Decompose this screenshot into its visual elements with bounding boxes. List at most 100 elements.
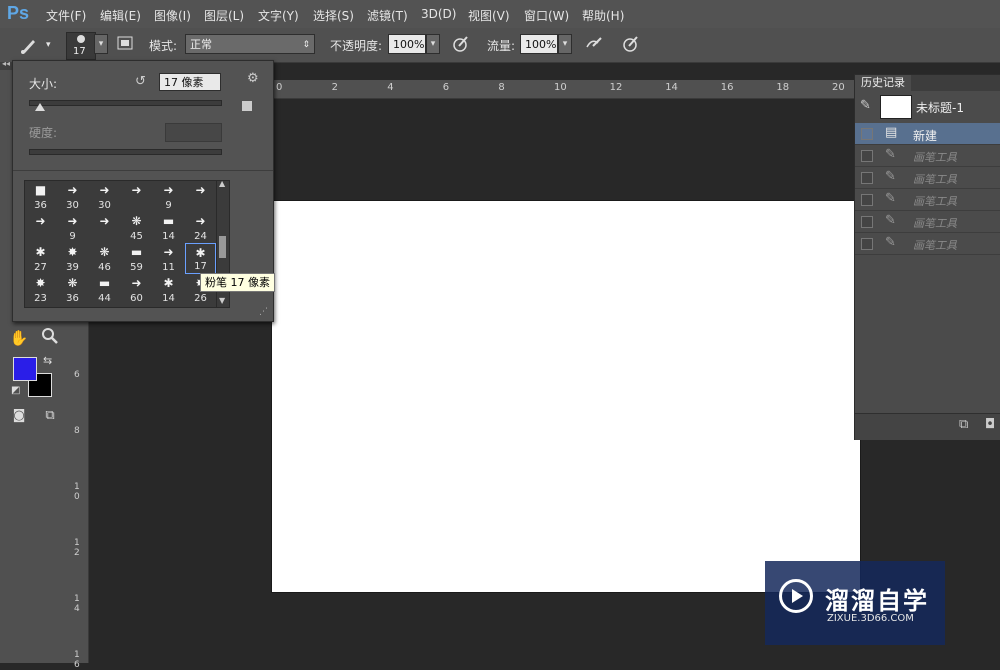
brush-size-label: 17 (194, 261, 207, 272)
new-preset-icon[interactable] (242, 101, 252, 111)
scroll-down-icon[interactable]: ▼ (219, 296, 225, 305)
menu-3d[interactable]: 3D(D) (421, 7, 456, 21)
quick-mask-icon[interactable]: ◙ (8, 405, 30, 427)
brush-preset-cell[interactable]: ✱ 17 (185, 243, 216, 274)
history-step-label: 画笔工具 (913, 239, 957, 252)
history-step[interactable]: ✎ 画笔工具 (855, 233, 1000, 255)
brush-size-label: 45 (130, 231, 143, 242)
brush-preset-cell[interactable]: ■ 36 (25, 181, 56, 212)
history-source-checkbox[interactable] (861, 150, 873, 162)
flow-input[interactable]: 100% (520, 34, 558, 54)
brush-icon: ✎ (885, 213, 896, 228)
history-source-checkbox[interactable] (861, 194, 873, 206)
brush-preset-cell[interactable]: ▬ 14 (153, 212, 184, 243)
flow-dropdown[interactable]: ▾ (558, 34, 572, 54)
hardness-slider-track (29, 149, 222, 155)
history-source-checkbox[interactable] (861, 172, 873, 184)
opacity-dropdown[interactable]: ▾ (426, 34, 440, 54)
brush-preset-cell[interactable]: ➜ (89, 212, 120, 243)
swap-colors-icon[interactable]: ⇆ (43, 354, 52, 367)
brush-tip-icon: ✱ (195, 246, 206, 260)
history-source-checkbox[interactable] (861, 128, 873, 140)
history-step-label: 画笔工具 (913, 217, 957, 230)
foreground-color-swatch[interactable] (13, 357, 37, 381)
brush-preset-cell[interactable]: ▬ 59 (121, 243, 152, 274)
zoom-tool-icon[interactable] (39, 327, 61, 349)
brush-preset-cell[interactable]: ▬ 44 (89, 274, 120, 305)
ruler-tick-label: 2 (331, 82, 338, 93)
brush-preset-cell[interactable]: ✸ 23 (25, 274, 56, 305)
brush-preset-cell[interactable]: ✱ 27 (25, 243, 56, 274)
resize-grip-icon[interactable]: ⋰ (259, 307, 268, 317)
brush-preset-picker[interactable]: 17 (66, 32, 96, 60)
brush-preset-cell[interactable]: ➜ 24 (185, 212, 216, 243)
brush-preset-cell[interactable]: ➜ 30 (57, 181, 88, 212)
default-colors-icon[interactable]: ◩ (11, 385, 20, 396)
brush-preset-cell[interactable]: ➜ (121, 181, 152, 212)
ruler-tick-label: 10 (554, 82, 567, 93)
scroll-thumb[interactable] (219, 236, 226, 258)
brush-size-label: 46 (98, 262, 111, 273)
history-step[interactable]: ▤ 新建 (855, 123, 1000, 145)
pressure-opacity-icon[interactable] (450, 34, 472, 56)
size-slider-track[interactable] (29, 100, 222, 106)
menu-select[interactable]: 选择(S) (313, 7, 354, 24)
brush-preset-cell[interactable]: ❋ 46 (89, 243, 120, 274)
camera-icon[interactable]: ◘ (985, 417, 995, 432)
airbrush-icon[interactable] (583, 34, 605, 56)
menu-view[interactable]: 视图(V) (468, 7, 510, 24)
size-label: 大小: (29, 77, 58, 91)
brush-tool-icon[interactable] (18, 34, 40, 56)
brush-panel-toggle-icon[interactable] (114, 34, 136, 56)
menu-image[interactable]: 图像(I) (154, 7, 191, 24)
brush-preset-cell[interactable]: ❋ 45 (121, 212, 152, 243)
brush-preset-cell[interactable]: ➜ 9 (153, 181, 184, 212)
opacity-input[interactable]: 100% (388, 34, 426, 54)
history-source-checkbox[interactable] (861, 216, 873, 228)
hand-tool-icon[interactable]: ✋ (8, 327, 30, 349)
mode-label: 模式: (149, 39, 178, 53)
pressure-size-icon[interactable] (620, 34, 642, 56)
size-input[interactable]: 17 像素 (159, 73, 221, 91)
menu-window[interactable]: 窗口(W) (524, 7, 569, 24)
brush-size-label: 44 (98, 293, 111, 304)
history-step[interactable]: ✎ 画笔工具 (855, 189, 1000, 211)
brush-preset-cell[interactable]: ➜ 9 (57, 212, 88, 243)
menu-type[interactable]: 文字(Y) (258, 7, 299, 24)
menu-bar: Ps 文件(F) 编辑(E) 图像(I) 图层(L) 文字(Y) 选择(S) 滤… (0, 0, 1000, 28)
mode-select[interactable]: 正常 ⇕ (185, 34, 315, 54)
brush-preset-cell[interactable]: ➜ (185, 181, 216, 212)
menu-filter[interactable]: 滤镜(T) (367, 7, 408, 24)
screen-mode-icon[interactable]: ⧉ (39, 405, 61, 427)
brush-preset-cell[interactable]: ✸ 39 (57, 243, 88, 274)
brush-preset-cell[interactable]: ➜ 30 (89, 181, 120, 212)
history-step[interactable]: ✎ 画笔工具 (855, 211, 1000, 233)
menu-file[interactable]: 文件(F) (46, 7, 86, 24)
menu-layer[interactable]: 图层(L) (204, 7, 244, 24)
history-step[interactable]: ✎ 画笔工具 (855, 167, 1000, 189)
scroll-up-icon[interactable]: ▲ (219, 179, 225, 188)
document-canvas[interactable] (272, 201, 860, 592)
brush-size-label: 23 (34, 293, 47, 304)
brush-preset-cell[interactable]: ➜ 60 (121, 274, 152, 305)
ruler-tick-label: 18 (776, 82, 790, 93)
history-step[interactable]: ✎ 画笔工具 (855, 145, 1000, 167)
tab-history[interactable]: 历史记录 (855, 75, 911, 91)
history-snapshot-row[interactable]: ✎ 未标题-1 (855, 91, 1000, 124)
menu-help[interactable]: 帮助(H) (582, 7, 624, 24)
brush-preset-cell[interactable]: ✱ 14 (153, 274, 184, 305)
menu-edit[interactable]: 编辑(E) (100, 7, 141, 24)
brush-preset-dropdown[interactable]: ▾ (94, 34, 108, 54)
brush-preset-cell[interactable]: ❋ 36 (57, 274, 88, 305)
gear-icon[interactable]: ⚙ (247, 71, 259, 86)
brush-icon: ✎ (885, 191, 896, 206)
brush-preset-cell[interactable]: ➜ (25, 212, 56, 243)
divider (13, 170, 273, 171)
history-tab-bar: 历史记录 (855, 75, 1000, 91)
history-source-checkbox[interactable] (861, 238, 873, 250)
brush-preset-cell[interactable]: ➜ 11 (153, 243, 184, 274)
tool-preset-dropdown[interactable]: ▾ (46, 40, 51, 50)
reset-size-icon[interactable]: ↺ (135, 74, 146, 89)
new-document-icon[interactable]: ⧉ (959, 417, 968, 432)
size-slider-thumb[interactable] (35, 103, 46, 111)
